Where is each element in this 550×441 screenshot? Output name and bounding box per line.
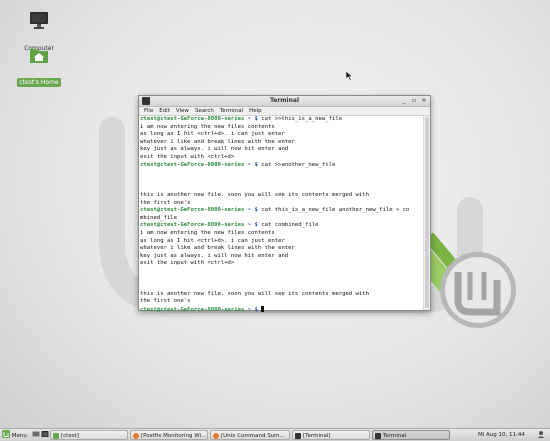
clock[interactable]: Mi Aug 10, 11:44 — [478, 430, 534, 440]
taskbar: Menu [ctest] [Postfix Monitoring Wi... [… — [0, 428, 550, 441]
firefox-icon — [213, 433, 219, 439]
output-line: as long as I hit <ctrl+d>. i can just en… — [140, 131, 285, 138]
terminal-icon — [295, 433, 301, 439]
menu-terminal[interactable]: Terminal — [220, 107, 243, 115]
prompt-user-host: ctest@ctest-GeForce-8000-series — [140, 222, 245, 229]
window-title: Terminal — [269, 97, 299, 104]
output-line: exit the input with <ctrl+d> — [140, 153, 235, 160]
menu-bar: File Edit View Search Terminal Help — [139, 107, 430, 116]
menu-edit[interactable]: Edit — [159, 107, 170, 115]
output-line: key just as always. i will now hit enter… — [140, 146, 289, 153]
task-button-active[interactable]: Terminal — [372, 430, 450, 440]
task-button[interactable]: [ctest] — [50, 430, 128, 440]
command-text: cat >>another_new_file — [261, 161, 336, 168]
menu-view[interactable]: View — [176, 107, 189, 115]
task-button[interactable]: [Postfix Monitoring Wi... — [130, 430, 208, 440]
prompt-user-host: ctest@ctest-GeForce-8000-series — [140, 161, 245, 168]
scrollbar[interactable] — [423, 116, 430, 310]
menu-label: Menu — [11, 433, 27, 439]
desktop-icon-label: ctest's Home — [17, 78, 61, 87]
output-line: the first one's — [140, 199, 191, 206]
prompt-line: ctest@ctest-GeForce-8000-series ~ $ cat … — [140, 207, 422, 215]
desktop-icon-home[interactable]: ctest's Home — [17, 45, 61, 88]
menu-search[interactable]: Search — [195, 107, 214, 115]
prompt-line: ctest@ctest-GeForce-8000-series ~ $ cat … — [140, 222, 422, 230]
command-text: cat >>this_is_a_new_file — [261, 116, 343, 122]
task-label: [ctest] — [61, 433, 79, 439]
mint-menu-icon — [2, 430, 10, 438]
prompt-user-host: ctest@ctest-GeForce-8000-series — [140, 306, 245, 313]
output-line: this is another new file. soon you will … — [140, 191, 370, 198]
task-label: [Postfix Monitoring Wi... — [141, 433, 207, 439]
output-line: i am now entering the new files contents — [140, 123, 275, 130]
output-line: whatever i like and break lines with the… — [140, 138, 295, 145]
output-line: the first one's — [140, 298, 191, 305]
home-folder-icon — [30, 49, 48, 63]
prompt-line: ctest@ctest-GeForce-8000-series ~ $ cat … — [140, 116, 422, 124]
terminal-icon — [375, 433, 381, 439]
computer-icon — [30, 12, 48, 29]
task-button[interactable]: [Terminal] — [292, 430, 370, 440]
mint-emblem — [440, 252, 516, 328]
prompt-line: ctest@ctest-GeForce-8000-series ~ $ cat … — [140, 162, 422, 170]
prompt-path: ~ $ — [244, 116, 262, 122]
user-icon[interactable] — [537, 430, 547, 440]
maximize-button[interactable]: ▫ — [410, 97, 418, 105]
folder-icon — [53, 433, 59, 439]
window-titlebar[interactable]: Terminal _ ▫ ✕ — [139, 96, 430, 107]
task-label: [Terminal] — [303, 433, 331, 439]
output-line: i am now entering the new files contents — [140, 229, 275, 236]
prompt-user-host: ctest@ctest-GeForce-8000-series — [140, 207, 245, 214]
minimize-button[interactable]: _ — [400, 97, 408, 105]
menu-file[interactable]: File — [144, 107, 153, 115]
output-line: key just as always. i will now hit enter… — [140, 252, 289, 259]
terminal-output[interactable]: ctest@ctest-GeForce-8000-series ~ $ cat … — [139, 116, 423, 313]
text-cursor — [261, 305, 265, 312]
prompt-path: ~ $ — [244, 306, 262, 313]
terminal-launcher-icon[interactable] — [41, 430, 49, 440]
output-line: this is another new file. soon you will … — [140, 290, 370, 297]
output-line: whatever i like and break lines with the… — [140, 245, 295, 252]
terminal-window[interactable]: Terminal _ ▫ ✕ File Edit View Search Ter… — [138, 95, 431, 313]
menu-button[interactable]: Menu — [2, 430, 30, 440]
prompt-path: ~ $ — [244, 207, 262, 214]
mouse-pointer-icon — [346, 71, 354, 81]
prompt-path: ~ $ — [244, 222, 262, 229]
command-text: cat this_is_a_new_file another_new_file … — [261, 207, 410, 214]
task-button[interactable]: [Unix Command Sum... — [210, 430, 290, 440]
firefox-icon — [133, 433, 139, 439]
output-line: as long as I hit <ctrl+d>. i can just en… — [140, 237, 285, 244]
output-line: mbined_file — [140, 214, 178, 221]
show-desktop-icon[interactable] — [32, 430, 40, 440]
close-button[interactable]: ✕ — [420, 97, 428, 105]
prompt-user-host: ctest@ctest-GeForce-8000-series — [140, 116, 245, 122]
prompt-path: ~ $ — [244, 161, 262, 168]
menu-help[interactable]: Help — [249, 107, 262, 115]
scrollbar-thumb[interactable] — [425, 117, 429, 308]
task-label: [Unix Command Sum... — [221, 433, 285, 439]
prompt-line: ctest@ctest-GeForce-8000-series ~ $ — [140, 305, 422, 314]
command-text: cat combined_file — [261, 222, 319, 229]
task-label: Terminal — [383, 433, 407, 439]
output-line: exit the input with <ctrl+d> — [140, 260, 235, 267]
